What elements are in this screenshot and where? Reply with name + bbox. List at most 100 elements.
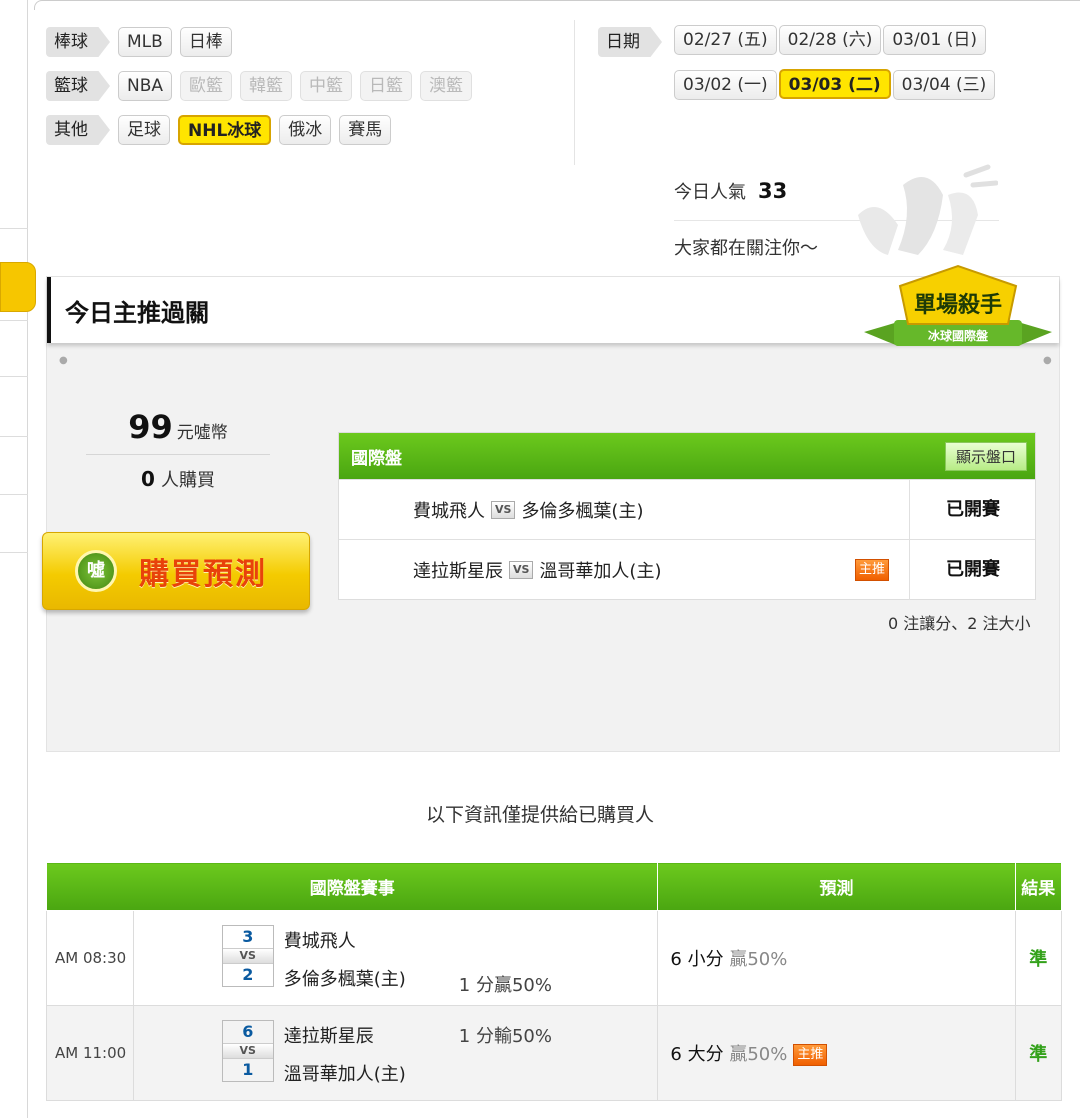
match: 達拉斯星辰 VS 溫哥華加人(主) [413, 557, 661, 583]
league-chip[interactable]: 足球 [118, 115, 170, 145]
results-row: AM 11:00 6 VS 1 達拉斯星辰溫哥華加人(主) 1 分輸50% 6 大分 贏50… [46, 1005, 1063, 1101]
handicap: 1 分贏50% [458, 975, 552, 996]
league-chip[interactable]: 賽馬 [339, 115, 392, 145]
date-chip[interactable]: 03/01 (日) [883, 25, 987, 55]
pick-table: 國際盤 顯示盤口 費城飛人 VS 多倫多楓葉(主) 已開賽 達拉斯星辰 VS 溫哥華加人(主… [338, 432, 1036, 600]
team-1: 費城飛人 [283, 931, 356, 952]
match-time: AM 11:00 [46, 1005, 134, 1101]
league-chip[interactable]: NBA [118, 71, 173, 101]
prediction-value: 6 大分 [670, 1044, 724, 1065]
date-chip[interactable]: 02/27 (五) [674, 25, 777, 55]
date-chip[interactable]: 03/04 (三) [892, 70, 996, 100]
pick-table-title: 國際盤 [351, 448, 402, 469]
mascot-decoration-icon [858, 164, 998, 255]
sidebar-divider [0, 494, 28, 495]
category-row: 棒球 MLB 日棒 [46, 25, 232, 59]
pick-row: 費城飛人 VS 多倫多楓葉(主) 已開賽 [339, 479, 1036, 540]
league-chip[interactable]: 俄冰 [279, 115, 332, 145]
main-pick-tag: 主推 [793, 1044, 828, 1066]
team-2: 溫哥華加人(主) [283, 1064, 406, 1085]
date-row-1: 02/27 (五) 02/28 (六) 03/01 (日) [674, 25, 988, 55]
match-status: 已開賽 [909, 539, 1036, 600]
league-chip: 中籃 [300, 71, 353, 101]
buyers: 0 人購買 [86, 466, 270, 492]
category-label: 籃球 [46, 71, 110, 101]
result: 準 [1014, 910, 1063, 1006]
filter-divider [574, 20, 575, 165]
match-status: 已開賽 [909, 479, 1036, 540]
date-chip[interactable]: 02/28 (六) [778, 25, 882, 55]
score-1: 6 [242, 1022, 254, 1041]
popularity-subtitle: 大家都在關注你～ [674, 238, 818, 259]
card-title: 今日主推過關 [65, 299, 209, 327]
league-chip: 澳籃 [420, 71, 473, 101]
category-label: 棒球 [46, 27, 110, 57]
price-unit: 元噓幣 [176, 423, 228, 443]
league-chip: 歐籃 [180, 71, 233, 101]
team-1: 達拉斯星辰 [283, 1026, 374, 1047]
date-row-label: 日期 [598, 25, 662, 59]
date-chip[interactable]: 03/02 (一) [674, 70, 777, 100]
score-box: 3 VS 2 [221, 925, 274, 987]
sidebar-divider [0, 228, 28, 229]
score-2: 1 [242, 1060, 254, 1079]
results-body: AM 08:30 3 VS 2 費城飛人 多倫多楓葉(主) 1 分贏50% 6 小分 贏50%… [46, 910, 1063, 1101]
price-value: 99 [128, 408, 173, 446]
vs-icon: VS [491, 500, 516, 519]
left-sidebar-edge [0, 0, 36, 1118]
team-2: 多倫多楓葉(主) [283, 969, 406, 990]
prediction-percent: 贏50% [729, 949, 788, 970]
league-chip[interactable]: MLB [118, 27, 172, 57]
main-pick-tag: 主推 [855, 558, 890, 581]
sidebar-divider [0, 436, 28, 437]
buy-button-label: 購買預測 [139, 557, 267, 592]
badge-subtitle: 冰球國際盤 [928, 328, 989, 343]
score-2: 2 [242, 965, 254, 984]
match-detail: 6 VS 1 達拉斯星辰溫哥華加人(主) 1 分輸50% [132, 1005, 659, 1101]
results-row: AM 08:30 3 VS 2 費城飛人多倫多楓葉(主) 1 分贏50% 6 小分 贏50%… [46, 910, 1063, 1006]
badge-title: 單場殺手 [914, 292, 1002, 318]
show-odds-button[interactable]: 顯示盤口 [944, 441, 1027, 471]
results-header-row: 國際盤賽事 預測 結果 [45, 862, 1063, 911]
top-frame [34, 0, 1080, 10]
sidebar-active-tab[interactable] [0, 262, 36, 312]
prediction: 6 大分 贏50% 主推 [657, 1005, 1016, 1101]
header-event: 國際盤賽事 [45, 862, 659, 911]
league-chip: 韓籃 [240, 71, 293, 101]
buyers-label: 人購買 [160, 470, 215, 491]
info-text: 以下資訊僅提供給已購買人 [425, 804, 654, 826]
sidebar-divider [0, 552, 28, 553]
header-prediction: 預測 [657, 862, 1016, 911]
league-chip: 日籃 [360, 71, 413, 101]
pick-note: 0 注讓分、2 注大小 [888, 614, 1031, 633]
buy-prediction-button[interactable]: 噓 購買預測 [42, 532, 310, 610]
match-time: AM 08:30 [46, 910, 134, 1006]
single-killer-badge: 單場殺手 冰球國際盤 [864, 264, 1052, 346]
sidebar-divider [0, 320, 28, 321]
popularity-label: 今日人氣 [674, 182, 746, 203]
home-team: 多倫多楓葉(主) [521, 500, 644, 522]
category-row: 其他 足球 NHL冰球 俄冰 賽馬 [46, 113, 392, 147]
pick-row: 達拉斯星辰 VS 溫哥華加人(主) 主推 已開賽 [339, 539, 1036, 600]
price: 99 元噓幣 [86, 408, 270, 446]
prediction-percent: 贏50% [729, 1044, 788, 1065]
home-team: 溫哥華加人(主) [539, 560, 662, 582]
prediction: 6 小分 贏50% [657, 910, 1016, 1006]
sidebar-divider [0, 376, 28, 377]
price-divider [86, 454, 270, 455]
league-chip[interactable]: 日棒 [179, 27, 232, 57]
results-table: 國際盤賽事 預測 結果 AM 08:30 3 VS 2 費城飛人 多倫多楓葉(主) 1 分贏… [45, 862, 1063, 1101]
category-label: 其他 [46, 115, 110, 145]
away-team: 達拉斯星辰 [413, 560, 503, 582]
popularity-value: 33 [758, 179, 788, 203]
league-chip[interactable]: NHL冰球 [178, 115, 272, 145]
category-row: 籃球 NBA 歐籃 韓籃 中籃 日籃 澳籃 [46, 69, 473, 103]
date-chip[interactable]: 03/03 (二) [778, 69, 891, 99]
vs-icon: VS [509, 560, 534, 579]
score-1: 3 [242, 927, 254, 946]
coin-icon: 噓 [75, 550, 117, 592]
score-box: 6 VS 1 [221, 1020, 274, 1082]
handicap: 1 分輸50% [458, 1026, 552, 1047]
vs-icon: VS [222, 1043, 273, 1059]
vs-icon: VS [222, 948, 273, 964]
